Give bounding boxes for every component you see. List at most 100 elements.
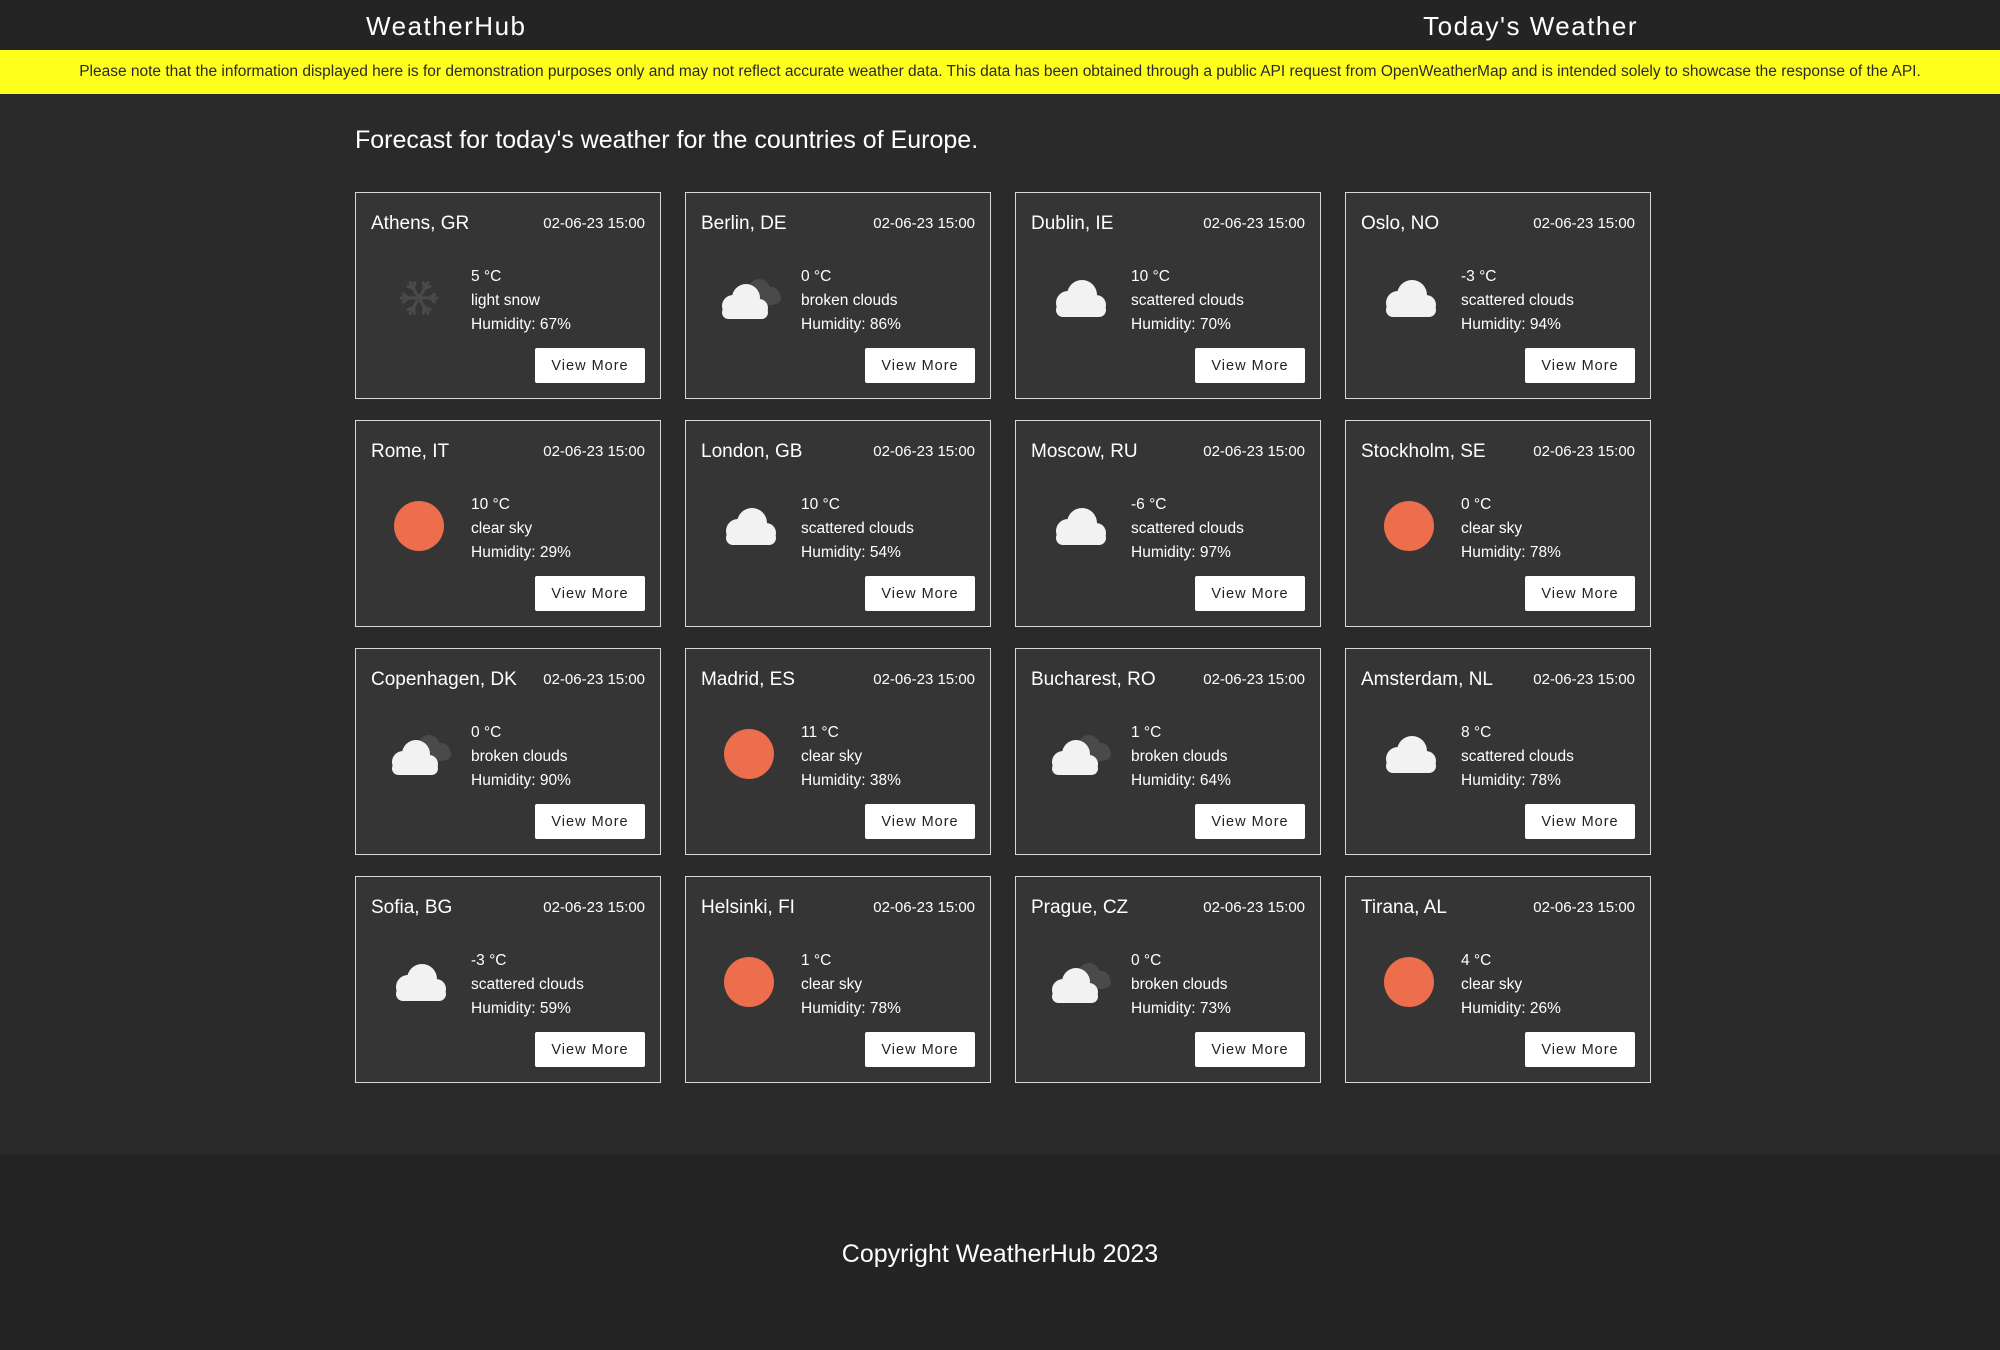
weather-card: Bucharest, RO 02-06-23 15:00 1 °C broken cl…: [1015, 648, 1321, 855]
weather-icon-wrapper: [371, 263, 467, 333]
city-name: Dublin, IE: [1031, 213, 1114, 234]
weather-card: Copenhagen, DK 02-06-23 15:00 0 °C broken c…: [355, 648, 661, 855]
humidity: Humidity: 78%: [801, 1000, 901, 1017]
weather-description: broken clouds: [1131, 976, 1228, 993]
view-more-button[interactable]: View More: [865, 576, 975, 611]
weather-icon-wrapper: [701, 719, 797, 789]
humidity: Humidity: 70%: [1131, 316, 1231, 333]
view-more-button[interactable]: View More: [1195, 804, 1305, 839]
cloud-icon: [1056, 508, 1106, 545]
view-more-button[interactable]: View More: [1525, 804, 1635, 839]
view-more-button[interactable]: View More: [535, 348, 645, 383]
weather-icon-wrapper: [1361, 491, 1457, 561]
broken-clouds-icon: [1052, 963, 1111, 1003]
forecast-datetime: 02-06-23 15:00: [873, 443, 975, 460]
humidity: Humidity: 38%: [801, 772, 901, 789]
forecast-datetime: 02-06-23 15:00: [873, 671, 975, 688]
weather-description: clear sky: [1461, 976, 1523, 993]
view-more-button[interactable]: View More: [535, 1032, 645, 1067]
humidity: Humidity: 78%: [1461, 544, 1561, 561]
broken-clouds-icon: [722, 279, 781, 319]
view-more-button[interactable]: View More: [1195, 1032, 1305, 1067]
forecast-datetime: 02-06-23 15:00: [1533, 443, 1635, 460]
city-name: Moscow, RU: [1031, 441, 1138, 462]
view-more-button[interactable]: View More: [865, 1032, 975, 1067]
weather-info: -6 °C scattered clouds Humidity: 97%: [1131, 493, 1244, 565]
weather-info: 5 °C light snow Humidity: 67%: [471, 265, 571, 337]
weather-description: scattered clouds: [1461, 292, 1574, 309]
view-more-button[interactable]: View More: [535, 576, 645, 611]
copyright-text: Copyright WeatherHub 2023: [841, 1240, 1159, 1268]
weather-info: 0 °C broken clouds Humidity: 90%: [471, 721, 571, 793]
forecast-subtitle: Forecast for today's weather for the cou…: [355, 126, 979, 154]
forecast-datetime: 02-06-23 15:00: [1203, 215, 1305, 232]
weather-info: 1 °C broken clouds Humidity: 64%: [1131, 721, 1231, 793]
temperature: 4 °C: [1461, 952, 1492, 969]
forecast-datetime: 02-06-23 15:00: [873, 899, 975, 916]
weather-card: Tirana, AL 02-06-23 15:00 4 °C clear sky Hum…: [1345, 876, 1651, 1083]
humidity: Humidity: 26%: [1461, 1000, 1561, 1017]
weather-icon-wrapper: [1031, 947, 1127, 1017]
city-name: Sofia, BG: [371, 897, 453, 918]
disclaimer-text: Please note that the information display…: [79, 63, 1921, 80]
temperature: 1 °C: [801, 952, 832, 969]
weather-description: broken clouds: [471, 748, 568, 765]
weather-info: 10 °C scattered clouds Humidity: 54%: [801, 493, 914, 565]
city-name: Helsinki, FI: [701, 897, 795, 918]
main-content: Forecast for today's weather for the cou…: [0, 94, 2000, 1154]
weather-card: Rome, IT 02-06-23 15:00 10 °C clear sky Humi…: [355, 420, 661, 627]
city-name: Berlin, DE: [701, 213, 787, 234]
temperature: 5 °C: [471, 268, 502, 285]
sun-icon: [1384, 501, 1434, 551]
weather-info: -3 °C scattered clouds Humidity: 94%: [1461, 265, 1574, 337]
temperature: 0 °C: [471, 724, 502, 741]
page-title[interactable]: Today's Weather: [1423, 11, 1638, 42]
forecast-datetime: 02-06-23 15:00: [543, 899, 645, 916]
weather-description: clear sky: [801, 976, 863, 993]
temperature: 1 °C: [1131, 724, 1162, 741]
weather-description: clear sky: [471, 520, 533, 537]
view-more-button[interactable]: View More: [1525, 348, 1635, 383]
forecast-datetime: 02-06-23 15:00: [873, 215, 975, 232]
view-more-button[interactable]: View More: [865, 804, 975, 839]
humidity: Humidity: 78%: [1461, 772, 1561, 789]
temperature: -6 °C: [1131, 496, 1167, 513]
weather-card: Berlin, DE 02-06-23 15:00 0 °C broken cloud…: [685, 192, 991, 399]
view-more-button[interactable]: View More: [1195, 348, 1305, 383]
brand-logo[interactable]: WeatherHub: [366, 11, 527, 42]
cloud-icon: [726, 508, 776, 545]
weather-info: 11 °C clear sky Humidity: 38%: [801, 721, 901, 793]
weather-icon-wrapper: [1031, 263, 1127, 333]
weather-icon-wrapper: [701, 947, 797, 1017]
city-name: Oslo, NO: [1361, 213, 1440, 234]
forecast-datetime: 02-06-23 15:00: [1533, 899, 1635, 916]
city-name: Copenhagen, DK: [371, 669, 517, 690]
humidity: Humidity: 29%: [471, 544, 571, 561]
temperature: 11 °C: [801, 724, 839, 741]
weather-card: Helsinki, FI 02-06-23 15:00 1 °C clear sky H…: [685, 876, 991, 1083]
temperature: -3 °C: [1461, 268, 1497, 285]
forecast-datetime: 02-06-23 15:00: [1203, 899, 1305, 916]
weather-info: -3 °C scattered clouds Humidity: 59%: [471, 949, 584, 1021]
weather-icon-wrapper: [371, 719, 467, 789]
weather-icon-wrapper: [701, 263, 797, 333]
city-name: London, GB: [701, 441, 803, 462]
weather-card: Stockholm, SE 02-06-23 15:00 0 °C clear sky…: [1345, 420, 1651, 627]
weather-icon-wrapper: [1031, 719, 1127, 789]
weather-info: 0 °C broken clouds Humidity: 73%: [1131, 949, 1231, 1021]
weather-card: Amsterdam, NL 02-06-23 15:00 8 °C scattered…: [1345, 648, 1651, 855]
temperature: 0 °C: [1131, 952, 1162, 969]
humidity: Humidity: 54%: [801, 544, 901, 561]
weather-description: broken clouds: [1131, 748, 1228, 765]
view-more-button[interactable]: View More: [535, 804, 645, 839]
view-more-button[interactable]: View More: [1195, 576, 1305, 611]
view-more-button[interactable]: View More: [1525, 576, 1635, 611]
view-more-button[interactable]: View More: [1525, 1032, 1635, 1067]
weather-icon-wrapper: [371, 947, 467, 1017]
view-more-button[interactable]: View More: [865, 348, 975, 383]
city-name: Athens, GR: [371, 213, 470, 234]
forecast-datetime: 02-06-23 15:00: [1203, 443, 1305, 460]
forecast-datetime: 02-06-23 15:00: [1203, 671, 1305, 688]
cloud-icon: [396, 964, 446, 1001]
humidity: Humidity: 97%: [1131, 544, 1231, 561]
